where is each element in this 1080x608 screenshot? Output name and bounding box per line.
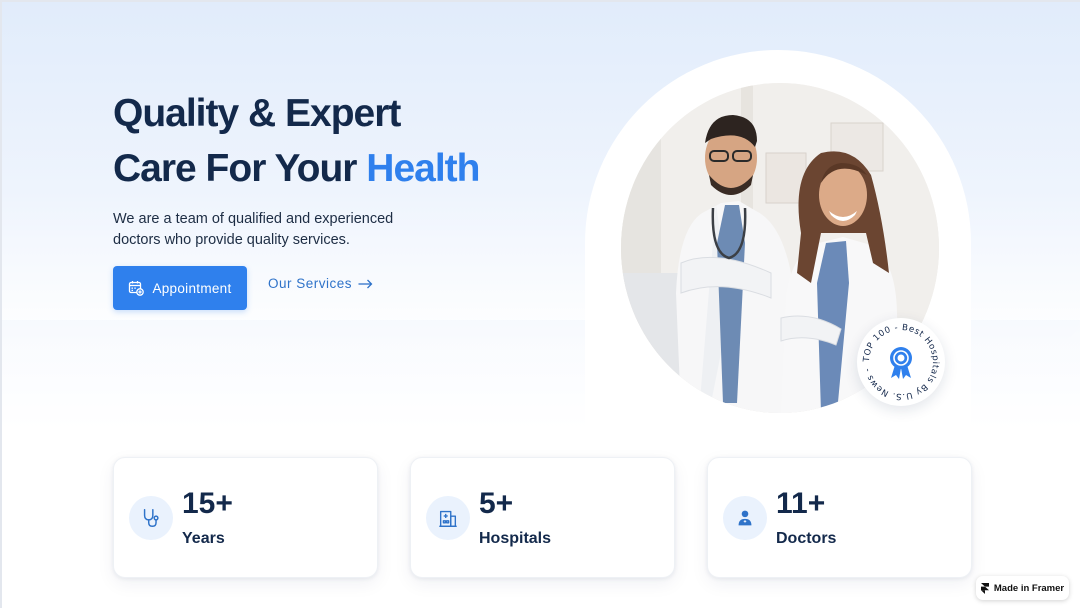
stat-card-hospitals: 5+ Hospitals [410, 457, 675, 578]
award-ribbon-icon [890, 347, 912, 379]
doctor-icon [738, 510, 752, 526]
framer-badge-label: Made in Framer [993, 582, 1065, 594]
stat-icon-wrap [426, 496, 470, 540]
hero-title-line2-prefix: Care For Your [113, 147, 357, 190]
our-services-link[interactable]: Our Services [268, 276, 373, 291]
arrow-right-icon [358, 279, 373, 288]
hero-description: We are a team of qualified and experienc… [113, 211, 394, 248]
stat-label: Hospitals [479, 530, 552, 547]
stat-value: 5+ [479, 487, 514, 520]
stat-icon-wrap [129, 496, 173, 540]
stat-icon-wrap [723, 496, 767, 540]
stat-card-doctors: 11+ Doctors [707, 457, 972, 578]
hero-title: Quality & Expert Care For Your Health [113, 86, 573, 196]
stat-value: 11+ [776, 487, 826, 520]
appointment-button[interactable]: Appointment [113, 266, 247, 310]
stat-label: Years [182, 530, 225, 547]
appointment-button-label: Appointment [152, 280, 232, 296]
hero-title-accent: Health [366, 147, 480, 190]
hospital-building-icon [439, 510, 457, 527]
framer-logo-icon [980, 582, 989, 594]
stethoscope-icon [143, 509, 159, 527]
hero-title-line1: Quality & Expert [113, 92, 401, 135]
our-services-label: Our Services [268, 276, 353, 291]
made-in-framer-badge[interactable]: Made in Framer [976, 576, 1069, 600]
stat-card-years: 15+ Years [113, 457, 378, 578]
stat-value: 15+ [182, 487, 233, 520]
stat-label: Doctors [776, 530, 837, 547]
top-100-badge: TOP 100 - Best Hospitals By U.S. News - [857, 318, 945, 406]
calendar-icon [129, 281, 145, 296]
